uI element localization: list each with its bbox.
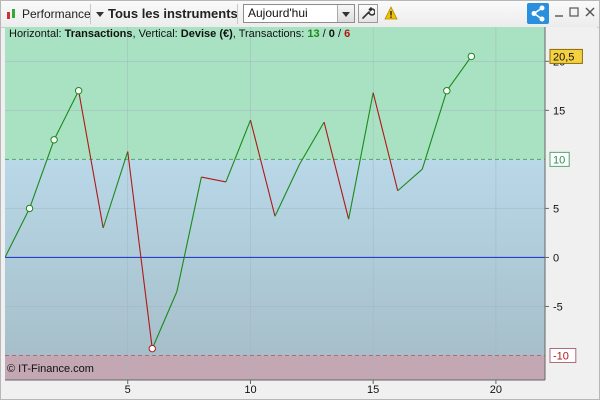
chart-info-bar: Horizontal: Transactions, Vertical: Devi…	[9, 28, 350, 40]
y-tick-label: 5	[553, 203, 559, 215]
slash: /	[319, 28, 329, 40]
data-point	[74, 87, 83, 95]
transactions-label: , Transactions:	[232, 28, 308, 40]
x-tick-label: 5	[125, 384, 131, 396]
y-tick-label: 0	[553, 252, 559, 264]
data-point	[50, 136, 58, 144]
horizontal-label: Horizontal:	[9, 28, 65, 40]
y-tick-label: -5	[553, 301, 563, 313]
vertical-label: , Vertical:	[132, 28, 181, 40]
last-value-label: 20,5	[553, 51, 574, 63]
lower-threshold-label: -10	[553, 350, 569, 362]
x-tick-label: 10	[244, 384, 256, 396]
chevron-down-icon	[96, 11, 104, 17]
data-point	[25, 204, 34, 213]
performance-icon	[5, 8, 19, 20]
instruments-dropdown[interactable]: Tous les instruments	[96, 6, 238, 22]
toolbar: Performance Tous les instruments Aujourd…	[1, 1, 599, 28]
share-button[interactable]	[527, 3, 549, 24]
minimize-button[interactable]	[554, 6, 564, 21]
period-select[interactable]: Aujourd'hui	[243, 4, 355, 23]
data-point	[467, 52, 476, 61]
x-tick-label: 15	[367, 384, 379, 396]
performance-menu[interactable]: Performance	[5, 6, 91, 22]
transactions-count-red: 6	[344, 28, 351, 40]
close-icon	[585, 7, 595, 17]
chart-svg: 5101520-505152010-1020,5	[5, 27, 597, 397]
period-value: Aujourd'hui	[248, 6, 308, 20]
horizontal-value: Transactions	[64, 28, 133, 40]
minimize-icon	[555, 15, 563, 17]
copyright-text: © IT-Finance.com	[7, 363, 94, 375]
y-tick-label: 15	[553, 105, 565, 117]
upper-threshold-label: 10	[553, 154, 565, 166]
performance-window: Performance Tous les instruments Aujourd…	[0, 0, 600, 400]
instruments-label: Tous les instruments	[108, 6, 238, 21]
data-point	[148, 344, 156, 353]
wrench-icon	[362, 7, 376, 19]
x-tick-label: 20	[490, 384, 502, 396]
transactions-count-green: 13	[307, 28, 320, 40]
vertical-value: Devise (€)	[180, 28, 233, 40]
share-icon	[531, 5, 545, 22]
toolbar-separator	[237, 4, 238, 24]
toolbar-separator	[90, 4, 91, 24]
maximize-icon	[569, 7, 579, 17]
settings-wrench-button[interactable]	[358, 4, 378, 23]
close-button[interactable]	[585, 6, 595, 21]
maximize-button[interactable]	[569, 6, 579, 21]
performance-chart: 5101520-505152010-1020,5 Horizontal: Tra…	[5, 27, 597, 397]
performance-label: Performance	[22, 7, 91, 21]
dropdown-arrow-icon[interactable]	[337, 5, 354, 22]
data-point	[443, 87, 451, 95]
slash: /	[334, 28, 345, 40]
warning-icon[interactable]	[384, 6, 398, 20]
upper-zone	[5, 27, 545, 160]
